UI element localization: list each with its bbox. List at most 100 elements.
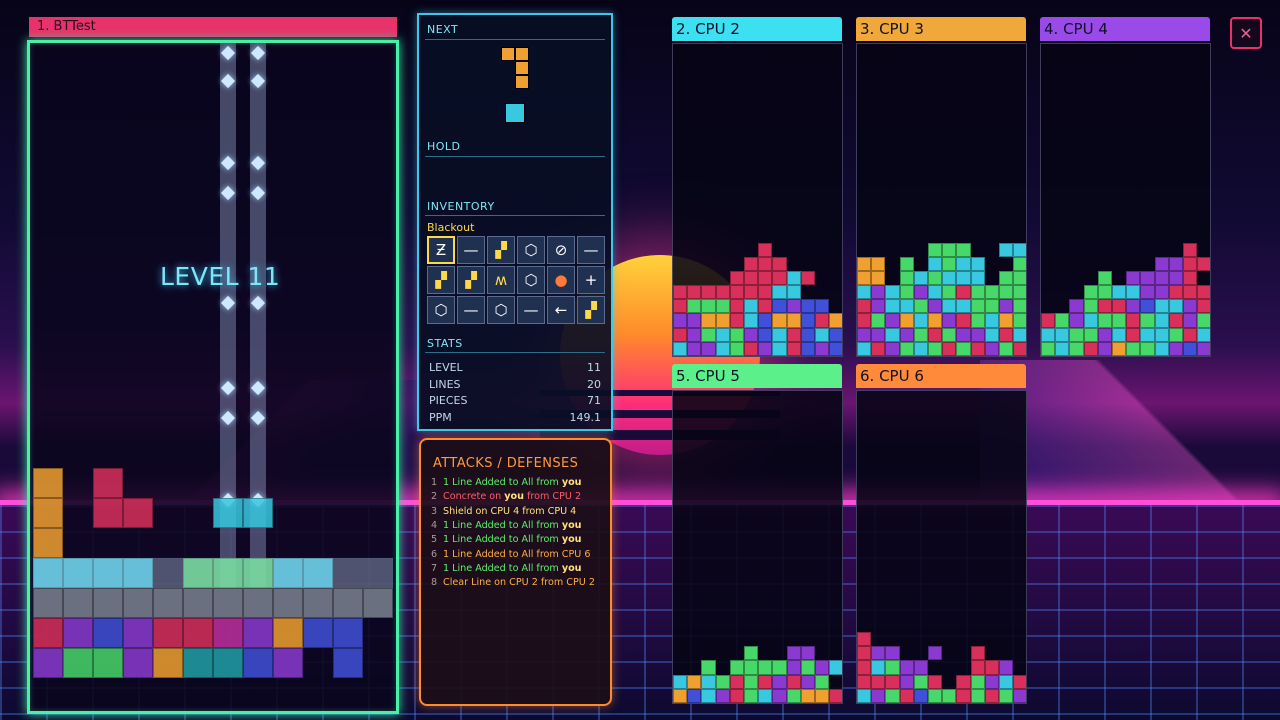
stack-cell xyxy=(928,632,942,646)
stack-cell xyxy=(772,256,787,271)
stack-cell xyxy=(730,243,744,257)
opponent-board[interactable] xyxy=(856,43,1027,357)
mini-block-icon[interactable]: ▞ xyxy=(487,236,515,264)
stat-row: PPM 149.1 xyxy=(429,411,601,424)
next-label: NEXT xyxy=(427,23,459,36)
stack-cell xyxy=(1140,243,1154,257)
opponent-name-bar: 2. CPU 2 xyxy=(672,17,842,41)
stack-cell xyxy=(1168,299,1183,314)
stack-cell xyxy=(715,285,730,300)
stack-cell xyxy=(687,646,701,660)
line-icon[interactable]: — xyxy=(457,296,485,324)
zigzag-icon[interactable]: ʍ xyxy=(487,266,515,294)
close-button[interactable]: ✕ xyxy=(1230,17,1262,49)
stack-cell xyxy=(772,270,787,286)
stack-cell xyxy=(363,528,393,558)
stack-cell xyxy=(730,257,744,271)
stack-cell xyxy=(673,243,687,257)
stack-cell xyxy=(914,257,928,271)
stack-cell xyxy=(956,646,970,660)
stack-cell xyxy=(758,285,773,300)
stack-cell xyxy=(758,256,773,271)
player-board[interactable] xyxy=(27,40,399,714)
stack-cell xyxy=(814,327,830,342)
stack-cell xyxy=(899,285,914,300)
stack-cell xyxy=(715,341,730,356)
stat-label: PPM xyxy=(429,410,452,424)
stack-cell xyxy=(786,646,801,661)
stack-cell xyxy=(800,688,815,703)
line-icon[interactable]: — xyxy=(457,236,485,264)
stack-cell xyxy=(786,660,801,675)
stack-cell xyxy=(800,341,815,356)
mini-block-icon[interactable]: ▞ xyxy=(427,266,455,294)
shield-icon[interactable]: ⬡ xyxy=(517,236,545,264)
bomb-icon[interactable]: ● xyxy=(547,266,575,294)
stack-cell xyxy=(1112,243,1126,257)
stack-cell xyxy=(871,646,886,661)
mini-block-icon[interactable]: ▞ xyxy=(577,296,605,324)
opponent-board[interactable] xyxy=(672,390,843,704)
stack-cell xyxy=(999,257,1013,271)
shield-icon[interactable]: ⬡ xyxy=(487,296,515,324)
stack-cell xyxy=(857,256,872,271)
stack-cell xyxy=(33,588,63,618)
stack-cell xyxy=(1168,313,1183,328)
stack-cell xyxy=(1041,271,1055,285)
shield-icon[interactable]: ⬡ xyxy=(427,296,455,324)
stack-cell xyxy=(885,632,899,646)
stack-cell xyxy=(33,498,63,528)
stack-cell xyxy=(786,270,801,286)
stack-cell xyxy=(815,243,829,257)
blackout-icon[interactable]: Ƶ xyxy=(427,236,455,264)
shield-icon[interactable]: ⬡ xyxy=(517,266,545,294)
stack-cell xyxy=(673,313,688,328)
stack-cell xyxy=(871,270,886,286)
no-icon[interactable]: ⊘ xyxy=(547,236,575,264)
opponent-board[interactable] xyxy=(1040,43,1211,357)
stack-cell xyxy=(857,646,872,661)
stack-cell xyxy=(213,528,243,558)
mini-block-icon[interactable]: ▞ xyxy=(457,266,485,294)
arrow-left-icon[interactable]: ← xyxy=(547,296,575,324)
stack-cell xyxy=(1055,285,1069,299)
stack-cell xyxy=(999,646,1013,660)
stack-cell xyxy=(970,646,985,661)
opponent-board[interactable] xyxy=(856,390,1027,704)
stack-cell xyxy=(899,270,914,286)
stack-cell xyxy=(1083,285,1098,300)
stack-cell xyxy=(998,674,1014,689)
stack-cell xyxy=(857,688,872,703)
stack-cell xyxy=(942,675,956,689)
stack-cell xyxy=(871,299,886,314)
stack-cell xyxy=(970,674,985,689)
stack-cell xyxy=(942,327,957,342)
stack-cell xyxy=(829,299,842,313)
stack-cell xyxy=(899,341,914,356)
stack-cell xyxy=(153,588,183,618)
inventory-grid[interactable]: Ƶ — ▞ ⬡ ⊘ — ▞ ▞ ʍ ⬡ ● + ⬡ — ⬡ — ← ▞ xyxy=(427,236,605,324)
stack-cell xyxy=(701,243,715,257)
stack-cell xyxy=(1197,327,1210,342)
stack-cell xyxy=(1112,257,1126,271)
stack-cell xyxy=(716,257,730,271)
stack-cell xyxy=(801,285,815,299)
stack-cell xyxy=(885,285,900,300)
attack-line: 51 Line Added to All from you xyxy=(431,534,582,546)
stack-cell xyxy=(363,648,393,678)
stack-cell xyxy=(1069,257,1083,271)
line-icon[interactable]: — xyxy=(577,236,605,264)
stack-cell xyxy=(942,299,957,314)
stack-cell xyxy=(687,257,701,271)
opponent-board[interactable] xyxy=(672,43,843,357)
line-icon[interactable]: — xyxy=(517,296,545,324)
stack-cell xyxy=(701,646,715,660)
stat-value: 71 xyxy=(587,394,601,407)
stack-cell xyxy=(243,588,273,618)
stack-cell xyxy=(687,243,701,257)
plus-icon[interactable]: + xyxy=(577,266,605,294)
stack-cell xyxy=(729,270,744,286)
stack-cell xyxy=(701,660,716,675)
stack-cell xyxy=(772,313,787,328)
stack-cell xyxy=(1182,341,1198,356)
